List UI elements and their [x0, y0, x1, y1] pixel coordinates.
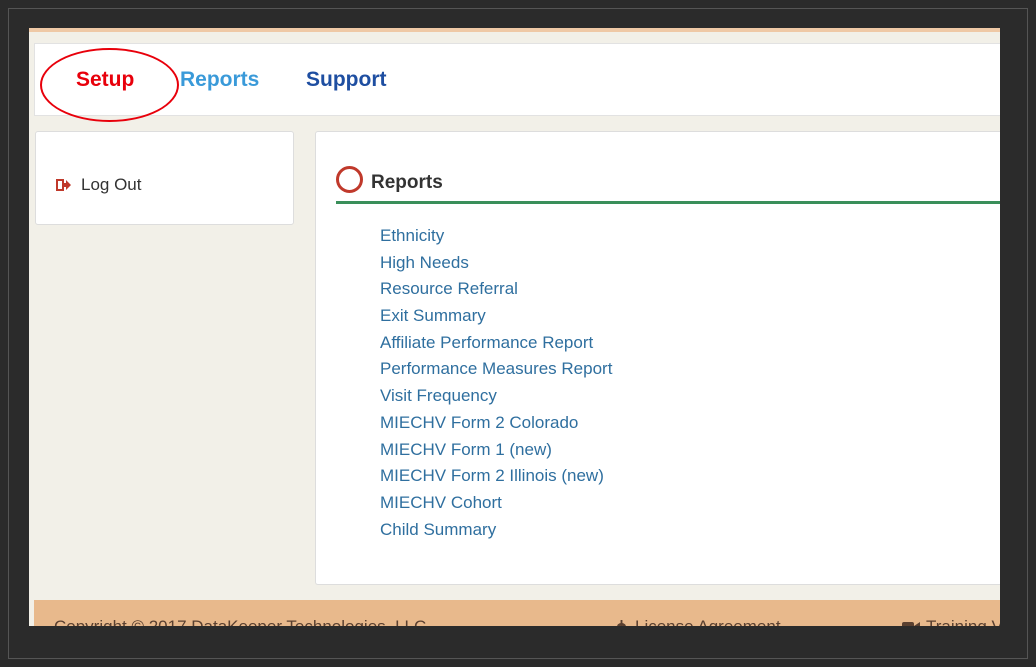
top-accent-strip: [29, 28, 1000, 32]
report-link[interactable]: Visit Frequency: [380, 386, 612, 413]
report-link[interactable]: Ethnicity: [380, 226, 612, 253]
training-label: Training V: [926, 617, 1000, 626]
reports-panel: Reports Ethnicity High Needs Resource Re…: [315, 131, 1000, 585]
license-label: License Agreement: [635, 617, 781, 626]
training-link[interactable]: Training V: [902, 617, 1000, 626]
report-link[interactable]: Child Summary: [380, 520, 612, 547]
nav-reports[interactable]: Reports: [180, 68, 259, 92]
report-link[interactable]: MIECHV Form 2 Illinois (new): [380, 466, 612, 493]
report-link[interactable]: Exit Summary: [380, 306, 612, 333]
report-link[interactable]: Performance Measures Report: [380, 359, 612, 386]
report-link[interactable]: Affiliate Performance Report: [380, 333, 612, 360]
logout-link[interactable]: Log Out: [56, 175, 142, 195]
top-navbar: Setup Reports Support: [34, 43, 1000, 122]
reports-heading: Reports: [336, 166, 1000, 204]
nav-setup[interactable]: Setup: [76, 68, 134, 92]
gear-icon: [616, 619, 627, 626]
report-links-list: Ethnicity High Needs Resource Referral E…: [380, 226, 612, 546]
report-link[interactable]: MIECHV Form 2 Colorado: [380, 413, 612, 440]
report-link[interactable]: High Needs: [380, 253, 612, 280]
video-camera-icon: [902, 621, 920, 626]
sidebar-panel: Log Out: [35, 131, 294, 225]
report-link[interactable]: MIECHV Cohort: [380, 493, 612, 520]
copyright-text: Copyright © 2017 DataKeeper Technologies…: [54, 617, 426, 626]
page-title: Reports: [371, 172, 443, 193]
circle-icon: [336, 166, 363, 193]
footer: Copyright © 2017 DataKeeper Technologies…: [34, 600, 1000, 626]
nav-support[interactable]: Support: [306, 68, 386, 92]
app-window: Setup Reports Support Log Out Reports Et…: [29, 28, 1000, 626]
license-link[interactable]: License Agreement: [614, 617, 781, 626]
sign-out-icon: [56, 179, 71, 191]
report-link[interactable]: Resource Referral: [380, 279, 612, 306]
logout-label: Log Out: [81, 175, 142, 194]
report-link[interactable]: MIECHV Form 1 (new): [380, 440, 612, 467]
